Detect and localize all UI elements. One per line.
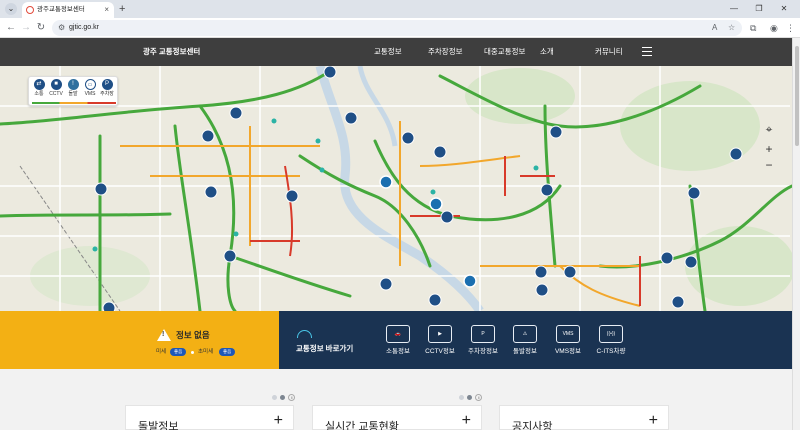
- card-title: 실시간 교통현황: [325, 421, 399, 430]
- legend-incident[interactable]: ! 돌발: [64, 79, 82, 99]
- site-favicon-icon: [26, 6, 34, 14]
- browser-toolbar: ← → ↻ ⚙ gjtic.go.kr A ☆ ⧉ ◉ ⋮: [0, 18, 800, 38]
- browser-tab-strip: ⌄ 광주교통정보센터 × + — ❐ ✕: [0, 0, 800, 18]
- legend-cctv[interactable]: ■ CCTV: [47, 79, 65, 99]
- my-location-icon[interactable]: ⌖: [760, 122, 778, 136]
- menu-parking-info[interactable]: 주차장정보: [428, 38, 463, 66]
- plus-icon[interactable]: +: [462, 413, 471, 429]
- vms-board-icon: VMS: [556, 325, 580, 343]
- card-title: 돌발정보: [138, 421, 179, 430]
- collision-icon: ⚠: [513, 325, 537, 343]
- zoom-in-button[interactable]: +: [760, 142, 778, 156]
- incident-layer-icon: !: [67, 79, 79, 90]
- browser-menu-icon[interactable]: ⋮: [786, 21, 795, 35]
- url-text: gjtic.go.kr: [69, 24, 99, 31]
- plus-icon[interactable]: +: [274, 413, 283, 429]
- map-canvas: [0, 66, 792, 311]
- legend-traffic[interactable]: ⇄ 소통: [30, 79, 48, 99]
- vms-layer-icon: ▭: [84, 79, 96, 90]
- carousel-dot[interactable]: [272, 395, 277, 400]
- bookmark-star-icon[interactable]: ☆: [728, 20, 735, 36]
- fine-dust-badge: 좋음: [170, 348, 187, 356]
- traffic-layer-icon: ⇄: [33, 79, 45, 90]
- fine-dust-label: 미세: [156, 349, 167, 355]
- extensions-icon[interactable]: ⧉: [750, 21, 756, 35]
- site-header: 광주 교통정보센터 교통정보 주차장정보 대중교통정보 소개 커뮤니티: [0, 38, 800, 66]
- camera-icon: ▶: [428, 325, 452, 343]
- warning-mark: !: [162, 331, 165, 338]
- zoom-out-button[interactable]: −: [760, 158, 778, 172]
- air-quality-panel: [0, 311, 279, 369]
- quick-link-c-its[interactable]: ((•)) C-ITS차량: [591, 325, 631, 356]
- carousel-dot-active[interactable]: [467, 395, 472, 400]
- connected-car-icon: ((•)): [599, 325, 623, 343]
- carousel-pause-icon[interactable]: ॥: [475, 394, 482, 401]
- plus-icon[interactable]: +: [649, 413, 658, 429]
- address-bar[interactable]: ⚙ gjtic.go.kr A ☆: [52, 20, 742, 36]
- menu-about[interactable]: 소개: [540, 38, 554, 66]
- legend-vms[interactable]: ▭ VMS: [81, 79, 99, 99]
- translate-icon[interactable]: A: [712, 20, 717, 36]
- card-incident-info[interactable]: 돌발정보 +: [125, 405, 294, 430]
- restore-icon[interactable]: ❐: [748, 0, 770, 18]
- menu-public-transit-info[interactable]: 대중교통정보: [484, 38, 525, 66]
- menu-community[interactable]: 커뮤니티: [595, 38, 623, 66]
- quick-link-parking[interactable]: P 주차장정보: [463, 325, 503, 356]
- scrollbar-thumb[interactable]: [795, 46, 799, 146]
- site-logo[interactable]: 광주 교통정보센터: [143, 38, 200, 66]
- traffic-color-scale: [32, 102, 116, 104]
- air-quality-title: 정보 없음: [176, 330, 210, 340]
- parking-sign-icon: P: [471, 325, 495, 343]
- quick-link-incident[interactable]: ⚠ 돌발정보: [505, 325, 545, 356]
- tab-title: 광주교통정보센터: [37, 6, 85, 13]
- cctv-layer-icon: ■: [50, 79, 62, 90]
- card-realtime-traffic[interactable]: 실시간 교통현황 +: [312, 405, 482, 430]
- carousel-dot[interactable]: [459, 395, 464, 400]
- reload-icon[interactable]: ↻: [34, 21, 48, 35]
- map-layer-legend: ⇄ 소통 ■ CCTV ! 돌발 ▭ VMS P 주차장: [28, 76, 118, 106]
- card-notices[interactable]: 공지사항 +: [499, 405, 669, 430]
- close-tab-icon[interactable]: ×: [104, 2, 109, 18]
- cars-icon: 🚗: [386, 325, 410, 343]
- card-title: 공지사항: [512, 421, 553, 430]
- close-window-icon[interactable]: ✕: [773, 0, 795, 18]
- carousel-dot-active[interactable]: [280, 395, 285, 400]
- profile-icon[interactable]: ◉: [770, 21, 778, 35]
- quick-link-cctv[interactable]: ▶ CCTV정보: [420, 325, 460, 356]
- forward-icon[interactable]: →: [19, 21, 33, 35]
- browser-tab[interactable]: 광주교통정보센터 ×: [22, 2, 114, 18]
- gauge-icon: [297, 330, 312, 338]
- page-scrollbar[interactable]: [792, 38, 800, 430]
- traffic-map[interactable]: [0, 66, 792, 311]
- carousel-pause-icon[interactable]: ॥: [288, 394, 295, 401]
- ultrafine-dust-badge: 좋음: [219, 348, 236, 356]
- site-info-icon[interactable]: ⚙: [58, 21, 65, 35]
- parking-layer-icon: P: [101, 79, 113, 90]
- quick-link-vms[interactable]: VMS VMS정보: [548, 325, 588, 356]
- new-tab-icon[interactable]: +: [119, 1, 125, 17]
- back-icon[interactable]: ←: [4, 21, 18, 35]
- menu-traffic-info[interactable]: 교통정보: [374, 38, 402, 66]
- tab-search-icon[interactable]: ⌄: [5, 3, 17, 15]
- quick-link-traffic[interactable]: 🚗 소통정보: [378, 325, 418, 356]
- legend-parking[interactable]: P 주차장: [98, 79, 116, 99]
- hamburger-menu-icon[interactable]: [642, 47, 652, 56]
- minimize-icon[interactable]: —: [723, 0, 745, 18]
- quick-links-title: 교통정보 바로가기: [296, 344, 354, 353]
- ultrafine-dust-label: 초미세: [198, 349, 214, 355]
- separator-dot: [191, 351, 194, 354]
